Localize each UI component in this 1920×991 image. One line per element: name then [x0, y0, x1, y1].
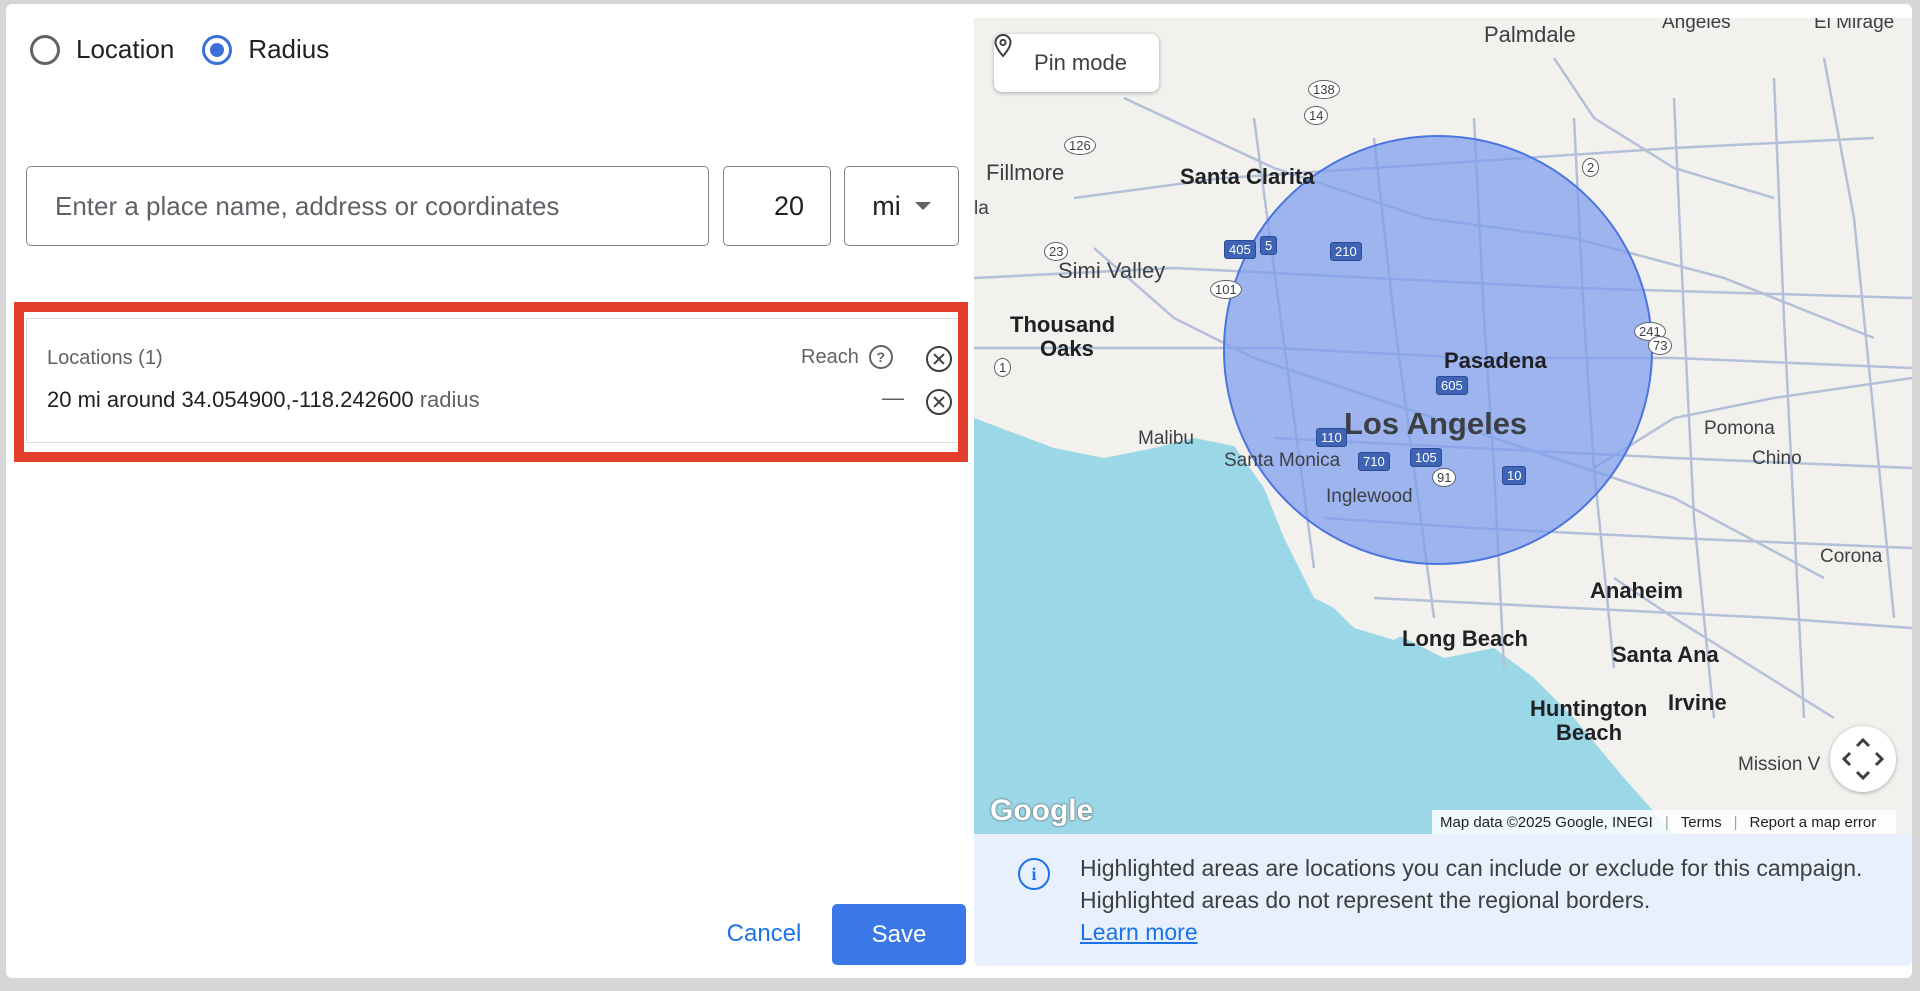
- highway-shield-110: 110: [1316, 428, 1347, 447]
- highway-shield-5: 5: [1260, 236, 1278, 255]
- report-error-link[interactable]: Report a map error: [1750, 814, 1877, 831]
- map-label-los-angeles: Los Angeles: [1344, 406, 1528, 441]
- info-icon: i: [1018, 858, 1050, 890]
- highway-shield-101: 101: [1210, 280, 1242, 299]
- recenter-icon: [1841, 737, 1885, 781]
- map-label-el-mirage: El Mirage: [1814, 18, 1895, 33]
- annotation-highlight-box: [14, 302, 968, 462]
- radius-radio-circle[interactable]: [202, 34, 233, 65]
- map-label-la: la: [974, 198, 989, 219]
- info-message: Highlighted areas are locations you can …: [1080, 855, 1863, 913]
- pin-mode-button[interactable]: Pin mode: [994, 34, 1159, 92]
- location-radio-circle[interactable]: [30, 34, 60, 65]
- radius-radio[interactable]: Radius: [202, 34, 329, 65]
- map-label-santa-clarita: Santa Clarita: [1180, 164, 1315, 189]
- map-label-chino: Chino: [1752, 448, 1802, 469]
- location-radio[interactable]: Location: [30, 34, 174, 65]
- map-label-malibu: Malibu: [1138, 428, 1194, 449]
- pin-mode-label: Pin mode: [1034, 50, 1127, 75]
- radius-circle: [1223, 135, 1653, 565]
- highway-shield-10: 10: [1502, 466, 1527, 485]
- recenter-button[interactable]: [1830, 726, 1896, 792]
- info-panel: i Highlighted areas are locations you ca…: [974, 834, 1912, 966]
- map-label-huntington: Huntington: [1530, 696, 1648, 721]
- targeting-mode-group: Location Radius: [30, 34, 357, 65]
- map-label-irvine: Irvine: [1668, 690, 1727, 715]
- map-label-simi-valley: Simi Valley: [1058, 258, 1166, 283]
- learn-more-link[interactable]: Learn more: [1080, 919, 1198, 945]
- highway-shield-605: 605: [1436, 376, 1468, 395]
- map[interactable]: Pin mode Palmdale Angeles El Mirage Fill…: [974, 18, 1912, 834]
- radius-unit-select[interactable]: mi: [844, 166, 959, 246]
- highway-shield-710: 710: [1358, 452, 1390, 471]
- map-label-fillmore: Fillmore: [986, 160, 1065, 185]
- dropdown-arrow-icon: [914, 202, 931, 210]
- location-radio-label: Location: [76, 34, 175, 64]
- place-search-input[interactable]: [26, 166, 709, 246]
- map-label-mission-viejo: Mission V: [1738, 754, 1821, 775]
- map-label-pasadena: Pasadena: [1444, 348, 1547, 373]
- radius-radio-label: Radius: [248, 34, 330, 64]
- cancel-button[interactable]: Cancel: [702, 904, 826, 964]
- map-label-palmdale: Palmdale: [1484, 22, 1576, 47]
- highway-shield-138: 138: [1308, 80, 1340, 99]
- radius-value-input[interactable]: [723, 166, 831, 246]
- map-label-angeles: Angeles: [1662, 18, 1731, 33]
- info-text: Highlighted areas are locations you can …: [1080, 852, 1870, 948]
- location-dialog: Location Radius mi Locations (1) Reach ?…: [6, 4, 1912, 978]
- map-data-credit: Map data ©2025 Google, INEGI: [1440, 813, 1653, 831]
- terms-link[interactable]: Terms: [1681, 814, 1722, 831]
- map-label-beach: Beach: [1556, 720, 1623, 745]
- location-pin-icon: [994, 34, 1012, 58]
- map-label-corona: Corona: [1820, 546, 1883, 567]
- map-label-inglewood: Inglewood: [1326, 486, 1413, 507]
- highway-shield-105: 105: [1410, 448, 1442, 467]
- map-label-long-beach: Long Beach: [1402, 626, 1528, 651]
- map-label-oaks: Oaks: [1040, 336, 1094, 361]
- map-label-santa-monica: Santa Monica: [1224, 450, 1341, 471]
- radius-unit-value: mi: [872, 190, 901, 221]
- highway-shield-405: 405: [1224, 240, 1256, 259]
- save-button[interactable]: Save: [832, 904, 966, 965]
- map-attribution: Map data ©2025 Google, INEGI | Terms | R…: [1432, 810, 1897, 834]
- highway-shield-126: 126: [1064, 136, 1096, 155]
- map-label-anaheim: Anaheim: [1590, 578, 1683, 603]
- google-logo: Google: [990, 794, 1094, 827]
- map-label-pomona: Pomona: [1704, 418, 1775, 439]
- map-label-santa-ana: Santa Ana: [1612, 642, 1719, 667]
- map-label-thousand: Thousand: [1010, 312, 1116, 337]
- highway-shield-210: 210: [1330, 242, 1362, 261]
